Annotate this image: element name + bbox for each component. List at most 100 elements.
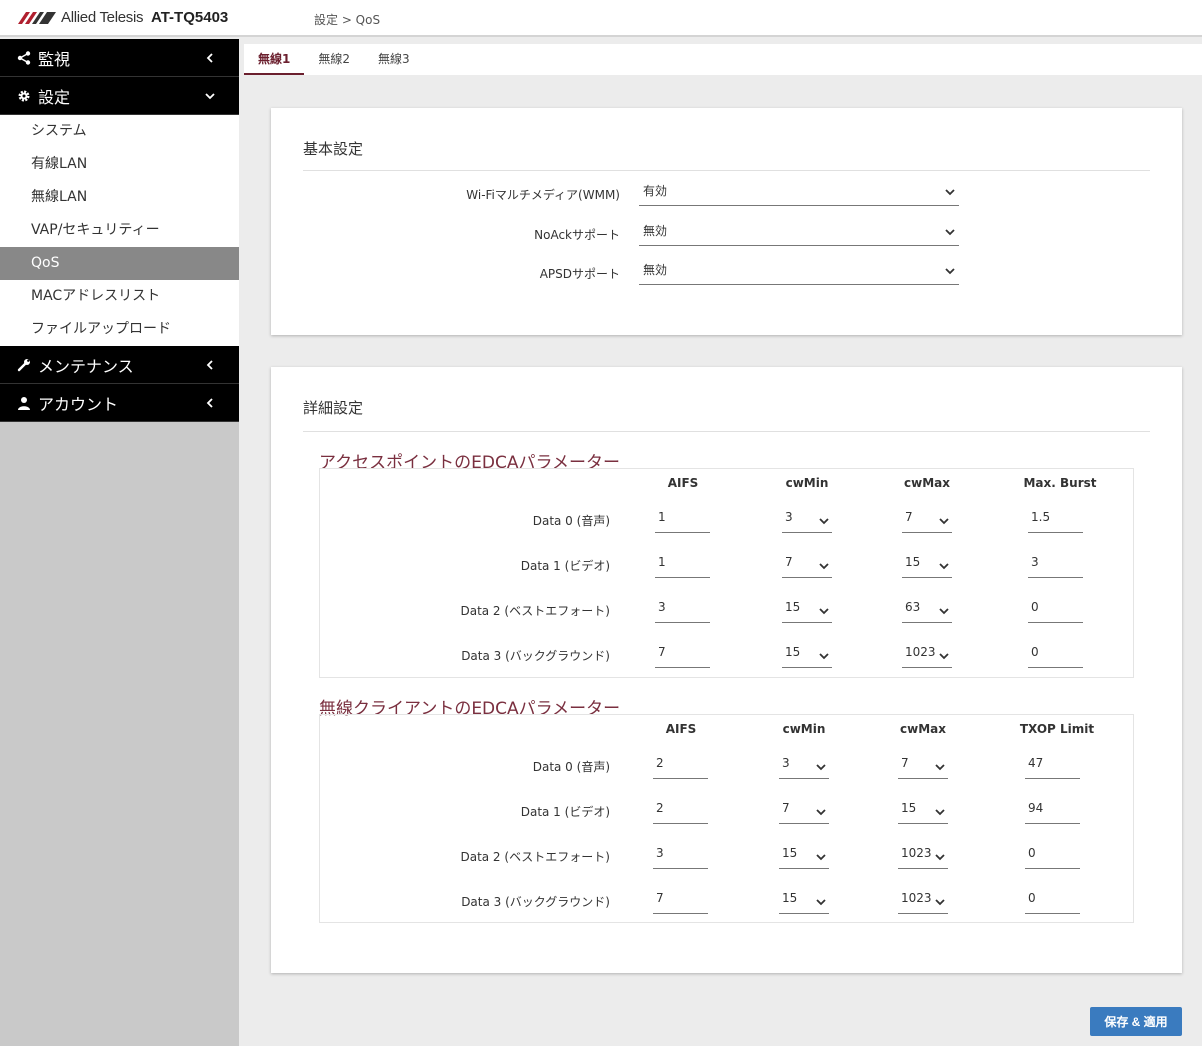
share-icon — [16, 50, 32, 66]
chevron-down-icon — [819, 559, 829, 574]
select-value: 15 — [785, 600, 801, 614]
chevron-down-icon — [935, 805, 945, 820]
chevron-down-icon — [816, 895, 826, 910]
sidebar-section-label: アカウント — [38, 394, 119, 414]
client-cwmax-select[interactable]: 1023 — [898, 888, 948, 914]
ap-cwmin-select[interactable]: 15 — [782, 642, 832, 668]
ap-cwmin-select[interactable]: 7 — [782, 552, 832, 578]
ap-header-cwmin: cwMin — [785, 476, 829, 490]
client-txop-input[interactable]: 94 — [1025, 798, 1080, 824]
ap-max-burst-input[interactable]: 3 — [1028, 552, 1083, 578]
ap-row-label: Data 0 (音声) — [532, 514, 610, 528]
save-apply-button[interactable]: 保存 & 適用 — [1090, 1007, 1182, 1036]
ap-cwmin-select[interactable]: 3 — [782, 507, 832, 533]
form-row-noack: NoAckサポート 無効 — [271, 218, 1182, 248]
sidebar-item-wireless-lan[interactable]: 無線LAN — [0, 181, 239, 214]
ap-aifs-input[interactable]: 7 — [655, 642, 710, 668]
client-aifs-input[interactable]: 7 — [653, 888, 708, 914]
input-value: 7 — [656, 891, 664, 905]
top-header: Allied Telesis AT-TQ5403 設定 > QoS — [0, 0, 1202, 37]
select-value: 1023 — [901, 846, 932, 860]
client-aifs-input[interactable]: 3 — [653, 843, 708, 869]
wmm-select[interactable]: 有効 — [639, 178, 959, 206]
input-value: 47 — [1028, 756, 1044, 770]
client-cwmin-select[interactable]: 15 — [779, 888, 829, 914]
select-value: 7 — [901, 756, 909, 770]
input-value: 0 — [1028, 891, 1036, 905]
chevron-down-icon — [945, 185, 955, 200]
select-value: 3 — [785, 510, 793, 524]
ap-cwmax-select[interactable]: 7 — [902, 507, 952, 533]
client-row-label: Data 2 (ベストエフォート) — [460, 850, 610, 864]
ap-aifs-input[interactable]: 3 — [655, 597, 710, 623]
ap-edca-table: AIFS cwMin cwMax Max. Burst Data 0 (音声) … — [319, 468, 1134, 678]
chevron-down-icon — [203, 89, 217, 103]
chevron-down-icon — [935, 895, 945, 910]
client-aifs-input[interactable]: 2 — [653, 753, 708, 779]
apsd-select[interactable]: 無効 — [639, 257, 959, 285]
ap-max-burst-input[interactable]: 0 — [1028, 642, 1083, 668]
noack-select-value: 無効 — [643, 224, 668, 238]
divider — [303, 431, 1150, 432]
select-value: 7 — [782, 801, 790, 815]
ap-cwmin-select[interactable]: 15 — [782, 597, 832, 623]
user-icon — [16, 395, 32, 411]
client-cwmax-select[interactable]: 15 — [898, 798, 948, 824]
select-value: 63 — [905, 600, 921, 614]
input-value: 94 — [1028, 801, 1044, 815]
chevron-down-icon — [939, 514, 949, 529]
ap-aifs-input[interactable]: 1 — [655, 507, 710, 533]
ap-max-burst-input[interactable]: 0 — [1028, 597, 1083, 623]
sidebar-item-wired-lan[interactable]: 有線LAN — [0, 148, 239, 181]
sidebar-item-qos[interactable]: QoS — [0, 247, 239, 280]
input-value: 1.5 — [1031, 510, 1051, 524]
detail-settings-card: 詳細設定 アクセスポイントのEDCAパラメーター AIFS cwMin cwMa… — [271, 367, 1182, 973]
sidebar-section-account[interactable]: アカウント — [0, 384, 239, 422]
client-row-label: Data 0 (音声) — [532, 760, 610, 774]
ap-cwmax-select[interactable]: 15 — [902, 552, 952, 578]
chevron-down-icon — [819, 514, 829, 529]
input-value: 0 — [1031, 600, 1039, 614]
divider — [303, 170, 1150, 171]
sidebar-section-monitor[interactable]: 監視 — [0, 39, 239, 77]
sidebar-item-vap-security[interactable]: VAP/セキュリティー — [0, 214, 239, 247]
tab-radio-2[interactable]: 無線2 — [304, 44, 364, 75]
client-txop-input[interactable]: 0 — [1025, 843, 1080, 869]
chevron-down-icon — [819, 604, 829, 619]
sidebar-item-file-upload[interactable]: ファイルアップロード — [0, 313, 239, 346]
detail-settings-title: 詳細設定 — [303, 399, 364, 417]
client-cwmin-select[interactable]: 7 — [779, 798, 829, 824]
ap-aifs-input[interactable]: 1 — [655, 552, 710, 578]
client-row-label: Data 3 (バックグラウンド) — [461, 895, 610, 909]
sidebar-item-system[interactable]: システム — [0, 115, 239, 148]
client-header-cwmin: cwMin — [782, 722, 826, 736]
client-txop-input[interactable]: 47 — [1025, 753, 1080, 779]
client-cwmax-select[interactable]: 7 — [898, 753, 948, 779]
chevron-left-icon — [203, 51, 217, 65]
form-row-wmm: Wi-Fiマルチメディア(WMM) 有効 — [271, 178, 1182, 208]
tab-radio-3[interactable]: 無線3 — [364, 44, 424, 75]
client-cwmin-select[interactable]: 3 — [779, 753, 829, 779]
sidebar-section-settings[interactable]: 設定 — [0, 77, 239, 115]
chevron-down-icon — [939, 604, 949, 619]
client-aifs-input[interactable]: 2 — [653, 798, 708, 824]
wmm-label: Wi-Fiマルチメディア(WMM) — [466, 188, 620, 202]
client-header-cwmax: cwMax — [900, 722, 946, 736]
ap-cwmax-select[interactable]: 1023 — [902, 642, 952, 668]
select-value: 15 — [901, 801, 917, 815]
tab-radio-1[interactable]: 無線1 — [244, 44, 305, 75]
client-cwmax-select[interactable]: 1023 — [898, 843, 948, 869]
basic-settings-title: 基本設定 — [303, 140, 364, 158]
ap-cwmax-select[interactable]: 63 — [902, 597, 952, 623]
sidebar-item-mac-address-list[interactable]: MACアドレスリスト — [0, 280, 239, 313]
client-txop-input[interactable]: 0 — [1025, 888, 1080, 914]
select-value: 1023 — [901, 891, 932, 905]
ap-row-label: Data 1 (ビデオ) — [520, 559, 610, 573]
noack-select[interactable]: 無効 — [639, 218, 959, 246]
input-value: 0 — [1028, 846, 1036, 860]
wrench-icon — [16, 357, 32, 373]
ap-max-burst-input[interactable]: 1.5 — [1028, 507, 1083, 533]
allied-telesis-logo-icon — [18, 11, 56, 24]
sidebar-section-maintenance[interactable]: メンテナンス — [0, 346, 239, 384]
client-cwmin-select[interactable]: 15 — [779, 843, 829, 869]
